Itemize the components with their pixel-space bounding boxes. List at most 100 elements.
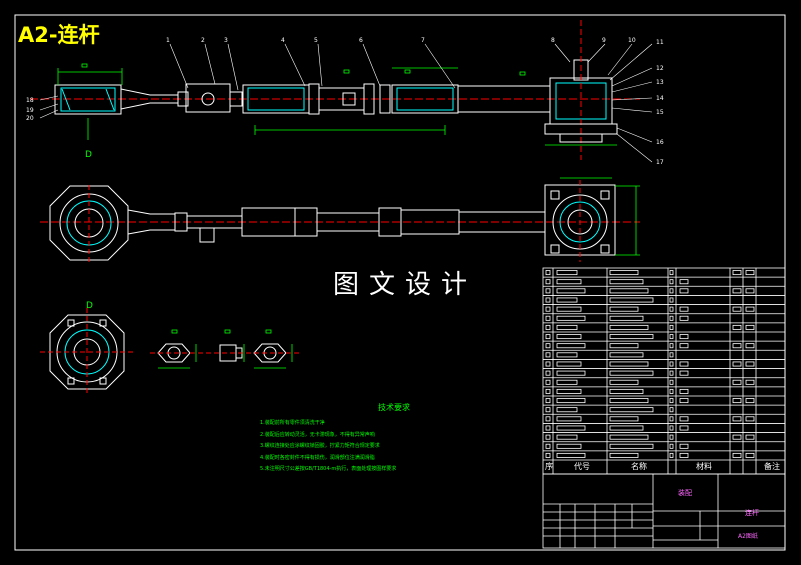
parts-list-cell-mark <box>556 279 582 285</box>
parts-list-cell-mark <box>609 370 654 376</box>
parts-list-cell-mark <box>545 343 551 349</box>
parts-list-cell-mark <box>669 288 674 294</box>
part-number: 4 <box>281 37 285 44</box>
parts-list-cell-mark <box>545 334 551 340</box>
part-number: 14 <box>656 95 664 102</box>
parts-list-cell-mark <box>545 324 551 330</box>
parts-list-cell-mark <box>669 361 674 367</box>
drawing-label: 装配 <box>678 488 692 497</box>
parts-list-cell-mark <box>556 315 586 321</box>
parts-list-cell-mark <box>679 315 689 321</box>
part-number: 19 <box>26 107 34 114</box>
part-number: 6 <box>359 37 363 44</box>
parts-list-cell-mark <box>745 452 755 458</box>
parts-list-cell-mark <box>669 279 674 285</box>
parts-list-cell-mark <box>545 306 551 312</box>
parts-list-cell-mark <box>556 416 582 422</box>
parts-list-cell-mark <box>669 398 674 404</box>
front-view <box>30 20 640 160</box>
parts-list-cell-mark <box>556 324 578 330</box>
parts-list-cell-mark <box>669 379 674 385</box>
parts-list-cell-mark <box>545 388 551 394</box>
header-code: 代号 <box>574 461 590 471</box>
parts-list-cell-mark <box>745 434 755 440</box>
plan-view-dimensions <box>560 177 640 256</box>
parts-list-cell-mark <box>679 388 689 394</box>
parts-list-cell-mark <box>732 398 742 404</box>
parts-list-cell-mark <box>669 416 674 422</box>
parts-list-cell-mark <box>745 379 755 385</box>
parts-list-cell-mark <box>556 452 586 458</box>
parts-list-cell-mark <box>745 270 755 276</box>
tech-requirement-line: 1.装配前所有零件须清洗干净 <box>260 420 325 426</box>
parts-list-cell-mark <box>609 407 654 413</box>
plan-view <box>40 180 640 262</box>
parts-list-cell-mark <box>556 370 586 376</box>
parts-list-cell-mark <box>669 425 674 431</box>
parts-list-cell-mark <box>669 434 674 440</box>
parts-list-cell-mark <box>545 288 551 294</box>
parts-list-cell-mark <box>732 306 742 312</box>
parts-list-cell-mark <box>609 279 644 285</box>
parts-list-cell-mark <box>556 443 582 449</box>
parts-list-cell-mark <box>732 343 742 349</box>
part-number: 16 <box>656 139 664 146</box>
parts-list-cell-mark <box>609 288 649 294</box>
parts-list-cell-mark <box>669 315 674 321</box>
parts-list-cell-mark <box>545 352 551 358</box>
parts-list-cell-mark <box>679 288 689 294</box>
parts-list-cell-mark <box>679 416 689 422</box>
part-number: 10 <box>628 37 636 44</box>
parts-list-cell-mark <box>556 270 578 276</box>
parts-list-cell-mark <box>745 416 755 422</box>
part-number: 11 <box>656 39 664 46</box>
parts-list-cell-mark <box>745 343 755 349</box>
parts-list-cell-mark <box>609 443 654 449</box>
parts-list-cell-mark <box>545 270 551 276</box>
parts-list-cell-mark <box>669 343 674 349</box>
part-number: 8 <box>551 37 555 44</box>
nut-views <box>150 343 300 363</box>
tech-requirement-line: 2.装配后应转动灵活，无卡滞现象，不得有异常声响 <box>260 431 375 438</box>
parts-list-cell-mark <box>556 388 582 394</box>
parts-list-cell-mark <box>732 361 742 367</box>
parts-list-cell-mark <box>609 398 649 404</box>
sheet-title: A2-连杆 <box>18 23 100 47</box>
section-d-view <box>40 308 135 396</box>
parts-list-cell-mark <box>669 297 674 303</box>
parts-list-cell-mark <box>545 297 551 303</box>
parts-list-cell-mark <box>609 324 649 330</box>
parts-list-cell-mark <box>556 379 578 385</box>
parts-list-cell-mark <box>609 352 644 358</box>
parts-list-cell-mark <box>609 416 639 422</box>
part-numbers: 1 2 3 4 5 6 7 8 9 10 11 12 13 14 15 16 1… <box>26 37 664 166</box>
part-number: 2 <box>201 37 205 44</box>
parts-list-cell-mark <box>732 288 742 294</box>
part-leaders <box>39 43 653 163</box>
parts-list-cell-mark <box>545 407 551 413</box>
parts-list-cell-mark <box>556 407 578 413</box>
parts-list-cell-mark <box>556 352 578 358</box>
parts-list-cell-mark <box>609 452 639 458</box>
parts-list-cell-mark <box>609 388 644 394</box>
parts-list-cell-mark <box>609 361 649 367</box>
parts-list-cell-mark <box>556 398 586 404</box>
part-number: 12 <box>656 65 664 72</box>
parts-list-cell-mark <box>556 288 586 294</box>
part-number: 20 <box>26 115 34 122</box>
parts-list-cell-mark <box>669 306 674 312</box>
parts-list-cell-mark <box>732 416 742 422</box>
tech-requirement-line: 3.螺纹连接处应涂螺纹锁固胶，拧紧力矩符合规定要求 <box>260 443 380 449</box>
parts-list-cell-mark <box>669 270 674 276</box>
parts-list-cell-mark <box>732 452 742 458</box>
parts-list-cell-mark <box>609 379 639 385</box>
header-remark: 备注 <box>764 461 780 471</box>
parts-list-cell-mark <box>669 334 674 340</box>
parts-list-cell-mark <box>609 434 649 440</box>
parts-list-cell-mark <box>669 443 674 449</box>
drawing-canvas: 1 2 3 4 5 6 7 8 9 10 11 12 13 14 15 16 1… <box>14 14 786 551</box>
parts-list-cell-mark <box>732 324 742 330</box>
parts-list-cell-mark <box>679 425 689 431</box>
part-number: 5 <box>314 37 318 44</box>
parts-list-cell-mark <box>545 279 551 285</box>
